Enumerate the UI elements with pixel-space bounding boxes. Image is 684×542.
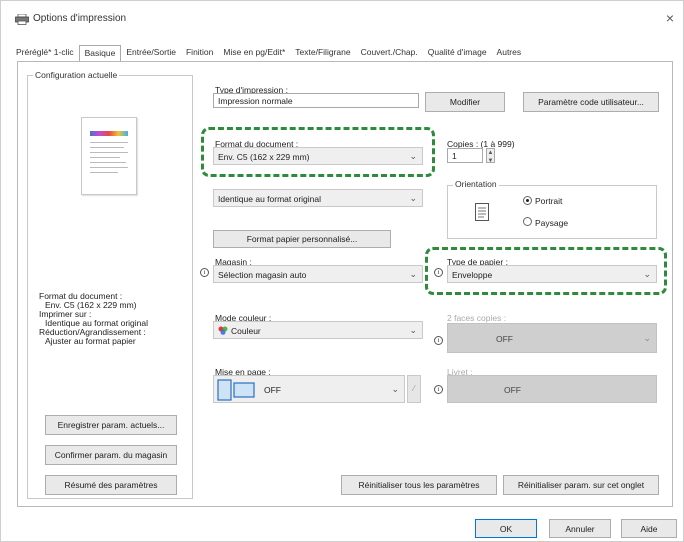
tab-bar: Préréglé* 1-clic Basique Entrée/Sortie F… bbox=[11, 45, 526, 61]
color-mode-value: Couleur bbox=[231, 326, 261, 336]
close-button[interactable]: × bbox=[661, 9, 679, 27]
ok-button[interactable]: OK bbox=[475, 519, 537, 538]
save-current-settings-button[interactable]: Enregistrer param. actuels... bbox=[45, 415, 177, 435]
reset-all-settings-button[interactable]: Réinitialiser tous les paramètres bbox=[341, 475, 497, 495]
portrait-page-icon bbox=[475, 203, 489, 221]
landscape-label[interactable]: Paysage bbox=[535, 218, 568, 228]
portrait-radio[interactable] bbox=[523, 196, 532, 205]
portrait-label[interactable]: Portrait bbox=[535, 196, 562, 206]
print-on-value: Identique au format original bbox=[218, 194, 322, 204]
layout-dropdown[interactable]: OFF ⌄ bbox=[213, 375, 405, 403]
color-mode-dropdown[interactable]: Couleur ⌄ bbox=[213, 321, 423, 339]
current-configuration-label: Configuration actuelle bbox=[33, 70, 120, 80]
chevron-down-icon: ⌄ bbox=[409, 325, 417, 335]
highlight-document-size bbox=[201, 127, 435, 177]
help-button[interactable]: Aide bbox=[621, 519, 677, 538]
info-icon: i bbox=[434, 336, 443, 345]
orientation-label: Orientation bbox=[453, 179, 499, 189]
tab-input-output[interactable]: Entrée/Sortie bbox=[121, 45, 181, 61]
info-icon: i bbox=[434, 385, 443, 394]
layout-settings-icon[interactable]: ⁄ bbox=[407, 375, 421, 403]
two-sided-value: OFF bbox=[496, 334, 513, 344]
modify-button[interactable]: Modifier bbox=[425, 92, 505, 112]
booklet-dropdown: OFF bbox=[447, 375, 657, 403]
tab-image-quality[interactable]: Qualité d'image bbox=[423, 45, 492, 61]
user-code-settings-button[interactable]: Paramètre code utilisateur... bbox=[523, 92, 659, 112]
booklet-value: OFF bbox=[504, 385, 521, 395]
chevron-down-icon: ⌄ bbox=[409, 269, 417, 279]
confirm-tray-settings-button[interactable]: Confirmer param. du magasin bbox=[45, 445, 177, 465]
tab-layout-edit[interactable]: Mise en pg/Edit* bbox=[218, 45, 290, 61]
two-sided-label: 2 faces copies : bbox=[447, 313, 507, 323]
settings-summary-button[interactable]: Résumé des paramètres bbox=[45, 475, 177, 495]
preview-color-bar bbox=[90, 131, 128, 136]
tab-text-watermark[interactable]: Texte/Filigrane bbox=[290, 45, 355, 61]
title-bar: Options d'impression × bbox=[1, 1, 684, 37]
info-icon: i bbox=[200, 268, 209, 277]
cancel-button[interactable]: Annuler bbox=[549, 519, 611, 538]
copies-input[interactable]: 1 bbox=[447, 148, 483, 163]
tab-cover-chapter[interactable]: Couvert./Chap. bbox=[356, 45, 423, 61]
chevron-down-icon: ⌄ bbox=[643, 333, 651, 343]
reset-tab-settings-button[interactable]: Réinitialiser param. sur cet onglet bbox=[503, 475, 659, 495]
page-layout-icon bbox=[217, 379, 255, 401]
color-palette-icon bbox=[218, 326, 228, 335]
chevron-down-icon: ⌄ bbox=[391, 384, 399, 394]
print-type-field[interactable]: Impression normale bbox=[213, 93, 419, 108]
layout-value: OFF bbox=[264, 385, 281, 395]
tray-value: Sélection magasin auto bbox=[218, 270, 307, 280]
tab-finishing[interactable]: Finition bbox=[181, 45, 218, 61]
tab-one-click-preset[interactable]: Préréglé* 1-clic bbox=[11, 45, 79, 61]
tab-others[interactable]: Autres bbox=[492, 45, 527, 61]
document-preview bbox=[81, 117, 137, 195]
print-options-dialog: Options d'impression × Préréglé* 1-clic … bbox=[0, 0, 684, 542]
highlight-paper-type bbox=[425, 247, 667, 295]
tab-basic[interactable]: Basique bbox=[78, 45, 122, 61]
landscape-radio[interactable] bbox=[523, 217, 532, 226]
two-sided-dropdown: OFF ⌄ bbox=[447, 323, 657, 353]
summary-line: Ajuster au format papier bbox=[45, 336, 136, 346]
print-on-dropdown[interactable]: Identique au format original ⌄ bbox=[213, 189, 423, 207]
chevron-down-icon: ⌄ bbox=[409, 193, 417, 203]
printer-icon bbox=[15, 14, 29, 25]
window-title: Options d'impression bbox=[33, 13, 127, 24]
copies-spinner[interactable]: ▲ ▼ bbox=[486, 148, 495, 164]
custom-paper-size-button[interactable]: Format papier personnalisé... bbox=[213, 230, 391, 248]
tray-dropdown[interactable]: Sélection magasin auto ⌄ bbox=[213, 265, 423, 283]
